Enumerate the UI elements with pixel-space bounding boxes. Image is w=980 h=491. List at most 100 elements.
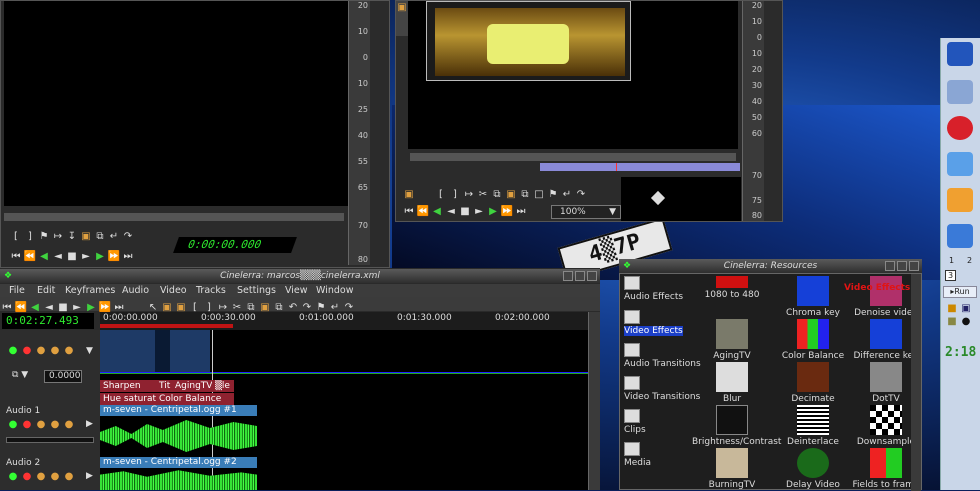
lock-icon[interactable]: ● <box>62 344 76 357</box>
effect-brightness-contrast[interactable]: Brightness/Contrast <box>692 405 781 447</box>
compositor-scrollbar[interactable] <box>410 153 736 161</box>
frame-forward-icon[interactable]: ► <box>79 250 93 263</box>
track-name[interactable]: Audio 2 <box>6 458 40 468</box>
play-icon[interactable]: ▶ <box>93 250 107 263</box>
fast-forward-icon[interactable]: ⏩ <box>500 205 514 218</box>
timeline-ruler[interactable]: 0:00:00.000 0:00:30.000 0:01:00.000 0:01… <box>100 312 590 330</box>
minimize-button[interactable] <box>885 261 895 271</box>
main-window-titlebar[interactable]: ❖ Cinelerra: marcos▒▒▒cinelerra.xml <box>0 269 600 283</box>
category-audio-transitions[interactable]: Audio Transitions <box>624 343 701 369</box>
clock[interactable]: 2:18 <box>945 345 979 363</box>
effect-color-balance[interactable]: Color Balance <box>156 393 234 405</box>
menu-tracks[interactable]: Tracks <box>196 285 226 296</box>
reverse-icon[interactable]: ◀ <box>430 205 444 218</box>
zoom-select[interactable]: 100% ▼ <box>551 205 621 219</box>
desktop-3[interactable]: 3 <box>945 270 957 281</box>
record-track-icon[interactable]: ● <box>20 344 34 357</box>
in-point-icon[interactable]: [ <box>9 230 23 243</box>
menu-settings[interactable]: Settings <box>237 285 276 296</box>
effect-delay-video[interactable]: Delay Video <box>773 448 853 490</box>
desktop-1[interactable]: 1 <box>949 256 954 265</box>
fast-reverse-icon[interactable]: ⏪ <box>23 250 37 263</box>
clip-icon[interactable]: □ <box>532 188 546 201</box>
effect-decimate[interactable]: Decimate <box>773 362 853 404</box>
track-name[interactable]: Audio 1 <box>6 406 40 416</box>
viewer-scrollbar[interactable] <box>4 213 344 221</box>
category-media[interactable]: Media <box>624 442 651 468</box>
frame-forward-icon[interactable]: ► <box>472 205 486 218</box>
effect-agingtv[interactable]: AgingTV <box>692 319 772 361</box>
close-button[interactable] <box>587 271 597 281</box>
record-track-icon[interactable]: ● <box>20 418 34 431</box>
resources-titlebar[interactable]: ❖ Cinelerra: Resources <box>619 259 922 273</box>
end-icon[interactable]: ⏭ <box>514 205 528 218</box>
editor-icon[interactable] <box>947 224 973 248</box>
expand-arrow-icon[interactable]: ▼ <box>86 346 93 356</box>
prev-label-icon[interactable]: ↵ <box>560 188 574 201</box>
resources-scrollbar[interactable] <box>911 274 921 491</box>
gang-icon[interactable]: ● <box>34 344 48 357</box>
fast-reverse-icon[interactable]: ⏪ <box>416 205 430 218</box>
kde-logo-icon[interactable] <box>947 42 973 66</box>
maximize-button[interactable] <box>897 261 907 271</box>
protect-clip-icon[interactable]: ▣ <box>402 188 416 201</box>
tray-icon-2[interactable]: ▣ <box>959 302 973 315</box>
effect-chroma-key[interactable]: Chroma key <box>773 276 853 318</box>
effect-agingtv[interactable]: AgingTV <box>172 380 214 392</box>
paste-silence-icon[interactable]: ⧉ <box>518 188 532 201</box>
frame-back-icon[interactable]: ◄ <box>51 250 65 263</box>
tray-icon-1[interactable]: ■ <box>945 302 959 315</box>
menu-window[interactable]: Window <box>316 285 353 296</box>
category-video-transitions[interactable]: Video Transitions <box>624 376 700 402</box>
gear-icon[interactable] <box>947 152 973 176</box>
effect-1080-to-480[interactable]: 1080 to 480 <box>692 276 772 300</box>
play-track-icon[interactable]: ● <box>6 344 20 357</box>
fast-forward-icon[interactable]: ⏩ <box>107 250 121 263</box>
compositor-timeline-bar[interactable] <box>410 163 740 171</box>
menu-audio[interactable]: Audio <box>122 285 149 296</box>
effect-blur[interactable]: Blur <box>692 362 772 404</box>
out-point-icon[interactable]: ] <box>23 230 37 243</box>
effect-color-balance[interactable]: Color Balance <box>773 319 853 361</box>
effect-burningtv[interactable]: BurningTV <box>692 448 772 490</box>
effect-titler[interactable]: Tit <box>156 380 173 392</box>
clip-icon[interactable]: ▣ <box>79 230 93 243</box>
menu-video[interactable]: Video <box>160 285 187 296</box>
play-icon[interactable]: ▶ <box>486 205 500 218</box>
end-icon[interactable]: ⏭ <box>121 250 135 263</box>
in-point-icon[interactable]: [ <box>434 188 448 201</box>
next-label-icon[interactable]: ↷ <box>121 230 135 243</box>
menu-file[interactable]: File <box>9 285 25 296</box>
category-audio-effects[interactable]: Audio Effects <box>624 276 683 302</box>
copy-icon[interactable]: ⧉ <box>93 230 107 243</box>
out-point-icon[interactable]: ] <box>448 188 462 201</box>
stop-icon[interactable]: ■ <box>65 250 79 263</box>
mask-icon[interactable]: ⧉ ▼ <box>12 370 28 380</box>
minimize-button[interactable] <box>563 271 573 281</box>
label-icon[interactable]: ⚑ <box>37 230 51 243</box>
menu-edit[interactable]: Edit <box>37 285 55 296</box>
close-button[interactable] <box>909 261 919 271</box>
tray-icon-4[interactable]: ● <box>959 315 973 328</box>
tray-icon-3[interactable]: ■ <box>945 315 959 328</box>
computer-icon[interactable] <box>947 80 973 104</box>
effect-sharpen[interactable]: Sharpen <box>100 380 158 392</box>
shapes-icon[interactable] <box>947 188 973 212</box>
splice-icon[interactable]: ↦ <box>462 188 476 201</box>
category-clips[interactable]: Clips <box>624 409 646 435</box>
pan-slider[interactable] <box>6 437 94 443</box>
stop-icon[interactable]: ■ <box>458 205 472 218</box>
run-button[interactable]: ▸Run <box>943 286 977 298</box>
gang-icon[interactable]: ● <box>34 418 48 431</box>
cut-icon[interactable]: ✂ <box>476 188 490 201</box>
category-video-effects[interactable]: Video Effects <box>624 310 683 336</box>
opera-icon[interactable] <box>947 116 973 140</box>
draw-icon[interactable]: ● <box>48 470 62 483</box>
play-track-icon[interactable]: ● <box>6 470 20 483</box>
rewind-icon[interactable]: ⏮ <box>402 205 416 218</box>
splice-icon[interactable]: ↦ <box>51 230 65 243</box>
prev-label-icon[interactable]: ↵ <box>107 230 121 243</box>
menu-keyframes[interactable]: Keyframes <box>65 285 115 296</box>
fade-field[interactable]: 0.0000 <box>44 370 82 383</box>
maximize-button[interactable] <box>575 271 585 281</box>
